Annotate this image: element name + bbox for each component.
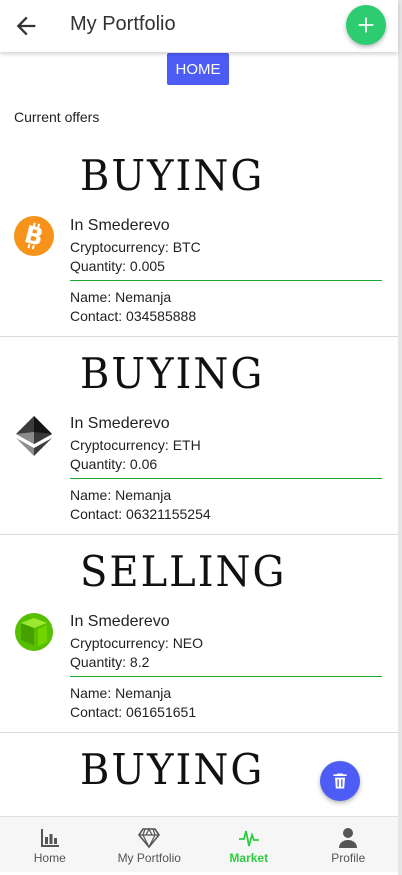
offer-card[interactable]: SELLING In Smederevo Cryptocurrency: NEO… <box>0 534 398 733</box>
offer-type: BUYING <box>80 746 265 795</box>
person-icon <box>339 828 358 848</box>
nav-my-portfolio[interactable]: My Portfolio <box>100 817 200 872</box>
offer-type: BUYING <box>80 350 265 399</box>
offer-crypto: Cryptocurrency: ETH <box>70 437 201 453</box>
offer-contact: Contact: 034585888 <box>70 308 197 324</box>
offer-contact: Contact: 061651651 <box>70 704 197 720</box>
offer-type: BUYING <box>80 152 265 201</box>
back-arrow-icon[interactable] <box>12 12 40 40</box>
offer-type: SELLING <box>80 548 287 597</box>
offer-quantity: Quantity: 0.005 <box>70 258 165 274</box>
offer-contact: Contact: 06321155254 <box>70 506 211 522</box>
offer-quantity: Quantity: 0.06 <box>70 456 158 472</box>
bottom-navigation: Home My Portfolio Market Profile <box>0 816 398 872</box>
delete-button[interactable] <box>320 761 360 801</box>
nav-label: Home <box>33 851 66 865</box>
pulse-icon <box>238 830 259 847</box>
nav-home[interactable]: Home <box>0 817 100 872</box>
divider <box>70 676 382 677</box>
bitcoin-icon: B <box>14 216 54 256</box>
offer-name: Name: Nemanja <box>70 685 172 701</box>
bar-chart-icon <box>40 829 59 847</box>
nav-profile[interactable]: Profile <box>299 817 399 872</box>
ethereum-icon <box>14 414 54 456</box>
offer-name: Name: Nemanja <box>70 289 172 305</box>
nav-market[interactable]: Market <box>199 817 299 872</box>
trash-icon <box>333 773 347 789</box>
divider <box>70 478 382 479</box>
diamond-icon <box>138 827 161 849</box>
nav-label: My Portfolio <box>117 851 181 865</box>
plus-icon <box>358 17 374 33</box>
offer-name: Name: Nemanja <box>70 487 172 503</box>
offer-crypto: Cryptocurrency: NEO <box>70 635 204 651</box>
offer-location: In Smederevo <box>70 613 170 630</box>
offer-location: In Smederevo <box>70 415 170 432</box>
add-offer-button[interactable] <box>346 5 386 45</box>
scrollbar[interactable] <box>398 0 402 875</box>
nav-label: Market <box>229 851 269 865</box>
offer-crypto: Cryptocurrency: BTC <box>70 239 201 255</box>
page-title: My Portfolio <box>70 13 176 35</box>
nav-label: Profile <box>331 851 366 865</box>
app-bar: My Portfolio <box>0 0 398 52</box>
section-label: Current offers <box>14 109 100 125</box>
offer-card[interactable]: BUYING B In Smederevo Cryptocurrency: BT… <box>0 138 398 337</box>
neo-icon <box>14 612 54 652</box>
offer-card[interactable]: BUYING In Smederevo Cryptocurrency: ETH … <box>0 336 398 535</box>
offer-quantity: Quantity: 8.2 <box>70 654 150 670</box>
divider <box>70 280 382 281</box>
offer-location: In Smederevo <box>70 217 170 234</box>
home-button[interactable]: HOME <box>167 53 229 85</box>
